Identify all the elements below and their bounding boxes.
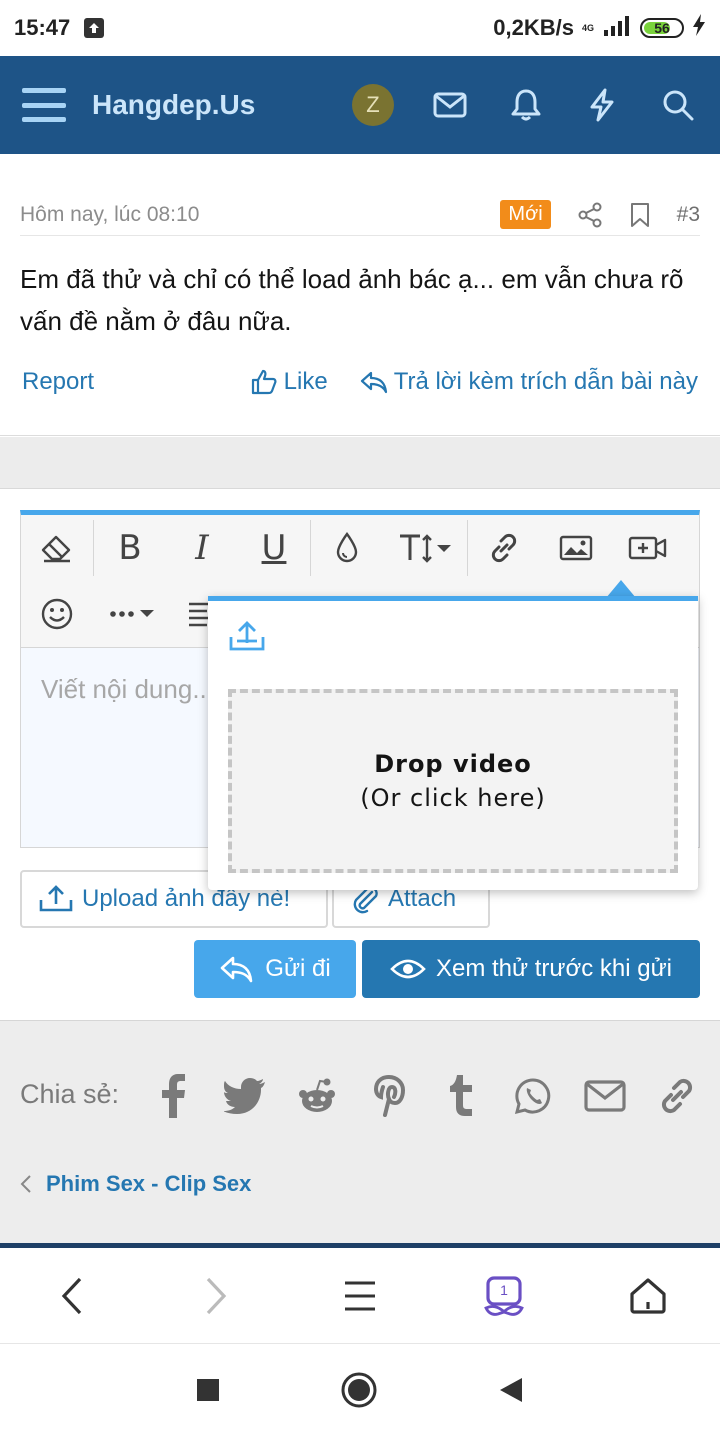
whatsapp-icon[interactable]: [508, 1071, 558, 1121]
recents-icon[interactable]: [196, 1378, 220, 1407]
post-message: Hôm nay, lúc 08:10 Mới #3 Em đã thử và c…: [0, 172, 720, 436]
smiley-icon[interactable]: [21, 586, 93, 642]
post-meta: Hôm nay, lúc 08:10 Mới #3: [20, 194, 700, 236]
quote-reply-button[interactable]: Trả lời kèm trích dẫn bài này: [360, 368, 698, 396]
reddit-icon[interactable]: [292, 1071, 342, 1121]
upload-arrow-icon: [84, 18, 105, 38]
avatar[interactable]: Z: [352, 84, 394, 126]
status-time: 15:47: [14, 15, 71, 40]
breadcrumb-link[interactable]: Phim Sex - Clip Sex: [46, 1171, 251, 1197]
share-section: Chia sẻ: Phim Sex - Clip Sex: [0, 1020, 720, 1246]
video-dropzone[interactable]: Drop video (Or click here): [228, 689, 678, 873]
share-label: Chia sẻ:: [20, 1079, 120, 1109]
system-home-icon[interactable]: [340, 1371, 378, 1414]
bookmark-icon[interactable]: [629, 202, 651, 228]
image-icon[interactable]: [540, 520, 612, 576]
share-icon[interactable]: [577, 202, 603, 228]
post-date[interactable]: Hôm nay, lúc 08:10: [20, 203, 199, 227]
bold-icon[interactable]: B: [94, 520, 166, 576]
network-type: 4G: [581, 22, 594, 33]
upload-icon: [39, 885, 73, 912]
mail-icon[interactable]: [430, 85, 470, 125]
charging-icon: [692, 14, 706, 42]
bell-icon[interactable]: [506, 85, 546, 125]
preview-button[interactable]: Xem thử trước khi gửi: [362, 940, 700, 998]
browser-navbar: 1: [0, 1248, 720, 1344]
like-button[interactable]: Like: [250, 368, 328, 396]
underline-icon[interactable]: U: [238, 520, 310, 576]
post-actions: Report Like Trả lời kèm trích dẫn bài nà…: [22, 368, 698, 396]
twitter-icon[interactable]: [220, 1071, 270, 1121]
reply-icon: [360, 371, 387, 394]
dropzone-title: Drop video: [374, 750, 532, 778]
editor-placeholder: Viết nội dung...: [41, 674, 214, 704]
eraser-icon[interactable]: [21, 520, 93, 576]
more-options-icon[interactable]: [93, 586, 177, 642]
editor-toolbar-row-1: B I U: [21, 515, 699, 581]
link-icon[interactable]: [468, 520, 540, 576]
copy-link-icon[interactable]: [652, 1071, 702, 1121]
status-bar: 15:47 0,2KB/s 4G 56: [0, 0, 720, 56]
lightning-icon[interactable]: [582, 85, 622, 125]
preview-label: Xem thử trước khi gửi: [436, 955, 672, 982]
menu-icon[interactable]: [22, 88, 66, 122]
pinterest-icon[interactable]: [364, 1071, 414, 1121]
network-speed: 0,2KB/s: [493, 15, 574, 40]
new-badge: Mới: [500, 200, 551, 229]
email-share-icon[interactable]: [580, 1071, 630, 1121]
separator-band: [0, 437, 720, 489]
like-label: Like: [283, 368, 328, 395]
italic-icon[interactable]: I: [166, 520, 238, 576]
tumblr-icon[interactable]: [436, 1071, 486, 1121]
reply-icon: [220, 956, 253, 983]
font-size-icon[interactable]: [383, 520, 467, 576]
dropzone-subtitle: (Or click here): [360, 784, 546, 812]
system-navbar: [0, 1344, 720, 1440]
upload-video-icon[interactable]: [228, 619, 266, 658]
color-drop-icon[interactable]: [311, 520, 383, 576]
search-icon[interactable]: [658, 85, 698, 125]
browser-menu-icon[interactable]: [330, 1266, 390, 1326]
quote-reply-label: Trả lời kèm trích dẫn bài này: [393, 368, 698, 395]
tabs-icon[interactable]: 1: [474, 1266, 534, 1326]
menu-caret: [52, 154, 88, 172]
home-icon[interactable]: [618, 1266, 678, 1326]
facebook-icon[interactable]: [148, 1071, 198, 1121]
eye-icon: [390, 959, 426, 979]
breadcrumb[interactable]: Phim Sex - Clip Sex: [20, 1171, 251, 1197]
signal-icon: [602, 14, 632, 42]
thumbs-up-icon: [251, 369, 277, 395]
app-header: Hangdep.Us Z: [0, 56, 720, 154]
forward-icon[interactable]: [186, 1266, 246, 1326]
system-back-icon[interactable]: [498, 1376, 524, 1409]
insert-video-popup: Drop video (Or click here): [208, 596, 698, 890]
send-label: Gửi đi: [265, 955, 331, 982]
tab-count: 1: [500, 1281, 508, 1298]
report-link[interactable]: Report: [22, 368, 94, 396]
site-brand[interactable]: Hangdep.Us: [92, 89, 255, 121]
battery-icon: 56: [640, 18, 684, 38]
post-number[interactable]: #3: [677, 203, 700, 227]
back-icon[interactable]: [42, 1266, 102, 1326]
video-icon[interactable]: [612, 520, 684, 576]
send-button[interactable]: Gửi đi: [194, 940, 356, 998]
chevron-left-icon: [20, 1175, 31, 1193]
battery-level: 56: [654, 20, 670, 36]
post-body: Em đã thử và chỉ có thể load ảnh bác ạ..…: [20, 264, 684, 336]
